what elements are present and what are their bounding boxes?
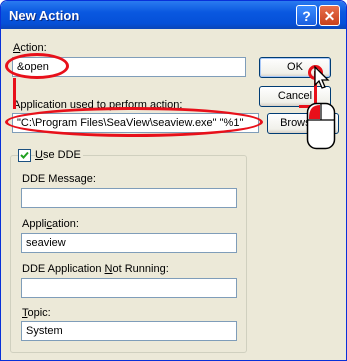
close-button[interactable]: ✕ (319, 5, 340, 26)
new-action-dialog: New Action ? ✕ Action: &open OK Cancel A… (0, 0, 347, 361)
dde-message-label: DDE Message: (22, 173, 96, 185)
application-path-input[interactable]: "C:\Program Files\SeaView\seaview.exe" "… (12, 113, 259, 133)
application-label: Application: (22, 218, 79, 230)
topic-label: Topic: (22, 307, 51, 319)
checkmark-icon (20, 151, 29, 159)
window-title: New Action (9, 8, 80, 23)
help-button[interactable]: ? (296, 5, 317, 26)
application-input[interactable]: seaview (21, 233, 237, 253)
dde-message-input[interactable] (21, 188, 237, 208)
action-label: Action: (13, 42, 47, 54)
mouse-device-icon (306, 102, 336, 150)
use-dde-label: Use DDE (35, 149, 83, 161)
topic-input[interactable]: System (21, 321, 237, 341)
application-path-label: Application used to perform action: (13, 99, 183, 111)
title-bar[interactable]: New Action ? ✕ (1, 1, 346, 29)
dde-app-not-running-label: DDE Application Not Running: (22, 263, 169, 275)
dde-app-not-running-input[interactable] (21, 278, 237, 298)
highlight-connector (13, 78, 16, 109)
mouse-pointer-icon (314, 65, 330, 89)
use-dde-checkbox[interactable] (18, 149, 31, 162)
action-input[interactable]: &open (12, 57, 246, 77)
